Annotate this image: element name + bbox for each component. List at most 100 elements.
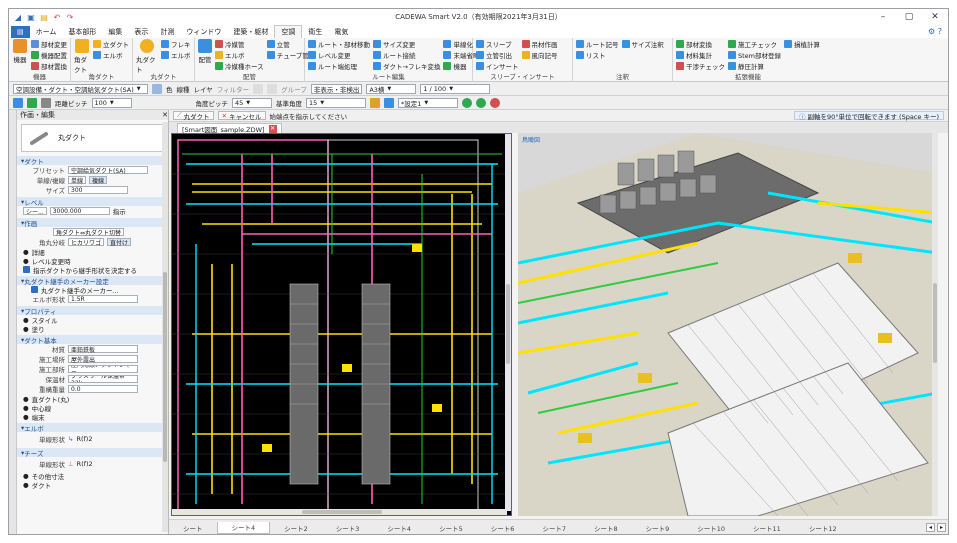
color-pick-icon[interactable] — [370, 97, 380, 108]
ribbon-item[interactable]: サイズ注釈 — [621, 39, 664, 49]
redo-icon[interactable]: ↷ — [65, 12, 75, 22]
section-duct[interactable]: ▾ ダクト — [17, 156, 168, 166]
plan-scrollbar-h[interactable] — [172, 509, 507, 515]
double-line-option[interactable]: 複線 — [89, 176, 108, 185]
ribbon-item[interactable]: 冷媒管 — [215, 39, 264, 49]
ribbon-item[interactable]: エルボ — [93, 50, 129, 60]
level-input[interactable]: 3000.000 — [49, 207, 110, 215]
section-cheese[interactable]: ▾ チーズ — [17, 448, 168, 458]
cancel-button[interactable]: ✕ キャンセル — [217, 111, 266, 121]
line-style-label[interactable]: 線種 — [177, 84, 190, 94]
ribbon-item[interactable]: スリーブ — [476, 39, 519, 49]
tab-hvac[interactable]: 空調 — [274, 25, 303, 38]
section-level[interactable]: ▾ レベル — [17, 197, 168, 207]
ribbon-item[interactable]: フレキ — [161, 39, 191, 49]
base-angle-select[interactable]: 15 ▼ — [306, 97, 366, 108]
sheet-tab[interactable]: シート8 — [580, 522, 632, 534]
sheet-tab[interactable]: シート2 — [270, 522, 322, 534]
sheet-tab[interactable]: シート6 — [477, 522, 529, 534]
ribbon-item[interactable]: ダクト→フレキ変換 — [373, 61, 440, 71]
ribbon-item[interactable]: 吊材作画 — [521, 39, 558, 49]
prev-sheet-icon[interactable]: ◂ — [926, 523, 935, 532]
ribbon-item[interactable]: 機器配置 — [31, 50, 67, 60]
maximize-button[interactable]: ▢ — [896, 9, 922, 25]
tab-view[interactable]: 表示 — [128, 25, 154, 38]
switch-button[interactable]: 角ダクト⇔丸ダクト切替 — [53, 228, 125, 237]
plan-view-2d[interactable] — [171, 133, 512, 516]
ribbon-item[interactable]: 立ダクト — [93, 39, 129, 49]
list-item[interactable]: ● 端末 — [17, 412, 168, 422]
sheet-tab[interactable]: シート4 — [373, 522, 425, 534]
ribbon-item[interactable]: 静圧計算 — [728, 61, 781, 71]
ribbon-item[interactable]: チューブ管 — [266, 50, 309, 60]
paper-select[interactable]: A3横 ▼ — [366, 83, 417, 94]
ribbon-item[interactable]: ルート記号 — [576, 39, 619, 49]
ribbon-item[interactable]: Stem部材登録 — [728, 50, 781, 60]
tab-measure[interactable]: 計測 — [154, 25, 180, 38]
panel-close-icon[interactable]: ✕ — [162, 111, 168, 119]
ribbon-item[interactable]: 材料集計 — [676, 50, 725, 60]
lock-icon[interactable] — [267, 83, 278, 94]
document-tab[interactable]: [Smart図面_sample.ZDW] ✕ — [177, 123, 282, 134]
tab-home[interactable]: ホーム — [30, 25, 63, 38]
system-select[interactable]: 空調設備・ダクト・空調給気ダクト(SA) ▼ — [13, 83, 148, 94]
tab-electric[interactable]: 電気 — [328, 25, 354, 38]
view-icon[interactable] — [384, 97, 394, 108]
single-line-option[interactable]: 単線 — [68, 176, 87, 185]
ribbon-item[interactable]: 部材変換 — [676, 39, 725, 49]
section-drawing[interactable]: ▾ 作画 — [17, 218, 168, 228]
sheet-tab[interactable]: シート10 — [683, 522, 739, 534]
ribbon-item[interactable]: 干渉チェック — [676, 61, 725, 71]
level-ref-select[interactable]: シー... — [23, 207, 47, 216]
ribbon-item[interactable]: 風向記号 — [521, 50, 558, 60]
grid-pitch-select[interactable]: 100 ▼ — [91, 97, 132, 108]
model-3d[interactable] — [518, 133, 938, 516]
filter-label[interactable]: フィルター — [217, 84, 249, 94]
layer-icon[interactable] — [152, 83, 162, 94]
next-sheet-icon[interactable]: ▸ — [937, 523, 946, 532]
close-doc-icon[interactable]: ✕ — [268, 124, 277, 133]
view3d-scrollbar-v[interactable] — [932, 133, 938, 516]
part-selector[interactable]: 丸ダクト — [21, 124, 164, 152]
ribbon-item[interactable]: 部材置換 — [31, 61, 67, 71]
elbow-type-select[interactable]: 1.5R — [68, 295, 138, 303]
file-tab[interactable]: ▤ — [11, 25, 30, 38]
side-tab-strip[interactable] — [9, 110, 17, 534]
size-input[interactable]: 300 — [68, 186, 128, 194]
layer-label[interactable]: レイヤ — [194, 84, 213, 94]
prop-value[interactable]: 屋外露出 — [68, 355, 138, 364]
list-item[interactable]: ● ダクト — [17, 480, 168, 490]
panel-scrollbar[interactable] — [162, 122, 168, 532]
branch-option-1[interactable]: ヒカリワゴ — [68, 238, 105, 247]
color-label[interactable]: 色 — [166, 84, 173, 94]
prop-value[interactable]: 0.0 — [68, 385, 138, 393]
zoom-in-icon[interactable] — [462, 97, 472, 108]
ribbon-item[interactable]: ルート・部材移動 — [308, 39, 370, 49]
cheese-value[interactable]: R(f)2 — [77, 460, 93, 468]
close-button[interactable]: ✕ — [922, 9, 948, 25]
filter-icon[interactable] — [253, 83, 264, 94]
branch-option-2[interactable]: 直付け — [107, 238, 132, 247]
ribbon-item[interactable]: エルボ — [161, 50, 191, 60]
ribbon-item[interactable]: エルボ — [215, 50, 264, 60]
elbow-value[interactable]: R(f)2 — [76, 435, 92, 443]
settings-select[interactable]: *設定1 ▼ — [398, 97, 458, 108]
prop-value[interactable]: 亜鉛鉄板 — [68, 345, 138, 354]
grid-icon[interactable] — [41, 97, 51, 108]
prop-value[interactable]: 屋内隠蔽、ダクトシャフ... — [68, 365, 138, 373]
angle-pitch-select[interactable]: 45 ▼ — [232, 97, 272, 108]
prop-value[interactable]: グラスウール保温帯32k — [68, 375, 138, 383]
undo-icon[interactable]: ↶ — [52, 12, 62, 22]
zoom-out-icon[interactable] — [476, 97, 486, 108]
preset-select[interactable]: 空調給気ダクト(SA) — [68, 166, 148, 175]
ribbon-item[interactable]: ルート端処理 — [308, 61, 370, 71]
open-icon[interactable]: ▤ — [39, 12, 49, 22]
hide-select[interactable]: 非表示・非検出 — [310, 83, 363, 94]
sheet-tab[interactable]: シート3 — [322, 522, 374, 534]
section-duct-basic[interactable]: ▾ ダクト基本 — [17, 335, 168, 345]
help-icon[interactable]: ⚙ ? — [928, 27, 942, 36]
save-icon[interactable]: ▣ — [26, 12, 36, 22]
ribbon-item[interactable]: 部材変更 — [31, 39, 67, 49]
ribbon-item[interactable]: リスト — [576, 50, 619, 60]
plan-scrollbar-v[interactable] — [505, 134, 511, 511]
